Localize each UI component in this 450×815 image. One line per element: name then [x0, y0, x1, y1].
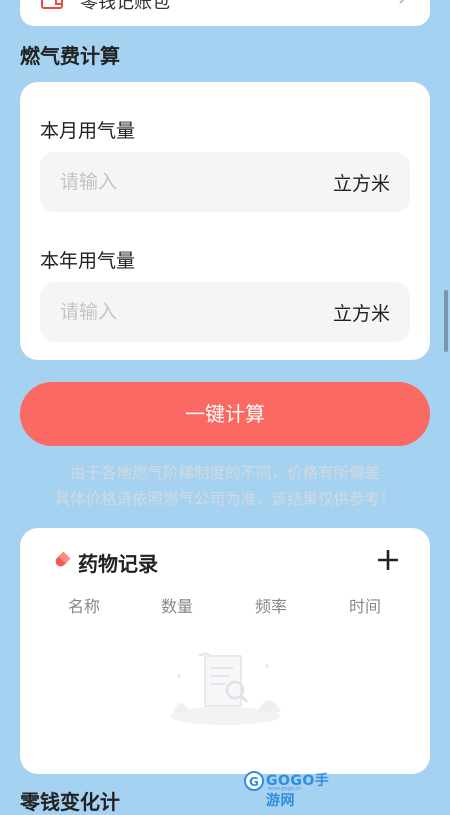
chevron-right-icon — [399, 0, 405, 4]
column-header-name: 名称 — [67, 597, 100, 616]
disclaimer-line: 具体价格请依照燃气公司为准，该结果仅供参考！ — [54, 490, 396, 508]
wallet-icon — [41, 0, 63, 9]
column-header-time: 时间 — [348, 597, 381, 616]
yearly-gas-label: 本年用气量 — [40, 250, 136, 272]
yearly-gas-field[interactable]: 立方米 — [40, 282, 410, 342]
column-header-frequency: 频率 — [254, 597, 287, 616]
monthly-gas-label: 本月用气量 — [40, 120, 136, 142]
gas-form-card: 本月用气量 立方米 本年用气量 立方米 — [20, 82, 430, 360]
disclaimer-line: 由于各地燃气阶梯制度的不同，价格有所偏差 — [69, 464, 380, 482]
watermark-logo-icon: G — [244, 771, 264, 791]
next-section-title: 零钱变化计 — [20, 790, 120, 814]
empty-state-illustration — [170, 652, 281, 725]
pill-icon — [55, 551, 71, 567]
site-watermark: G GOGO手游网 www.gogo.cn — [244, 770, 336, 809]
wallet-card[interactable]: 零钱记账包 — [20, 0, 430, 26]
column-header-quantity: 数量 — [160, 597, 193, 616]
monthly-gas-field[interactable]: 立方米 — [40, 152, 410, 212]
gas-section-title: 燃气费计算 — [20, 44, 120, 68]
medicine-record-title: 药物记录 — [78, 552, 158, 576]
scrollbar[interactable] — [444, 290, 448, 352]
svg-text:G: G — [249, 775, 259, 789]
add-icon[interactable] — [376, 548, 400, 572]
watermark-url: www.gogo.cn — [268, 786, 302, 792]
calculate-button[interactable]: 一键计算 — [20, 382, 430, 446]
monthly-gas-input[interactable] — [60, 152, 300, 212]
yearly-gas-unit: 立方米 — [332, 303, 390, 325]
price-disclaimer: 由于各地燃气阶梯制度的不同，价格有所偏差 具体价格请依照燃气公司为准，该结果仅供… — [0, 460, 450, 512]
yearly-gas-input[interactable] — [60, 282, 300, 342]
wallet-card-label: 零钱记账包 — [80, 0, 170, 13]
medicine-record-card: 药物记录 名称 数量 频率 时间 — [20, 528, 430, 774]
monthly-gas-unit: 立方米 — [332, 173, 390, 195]
